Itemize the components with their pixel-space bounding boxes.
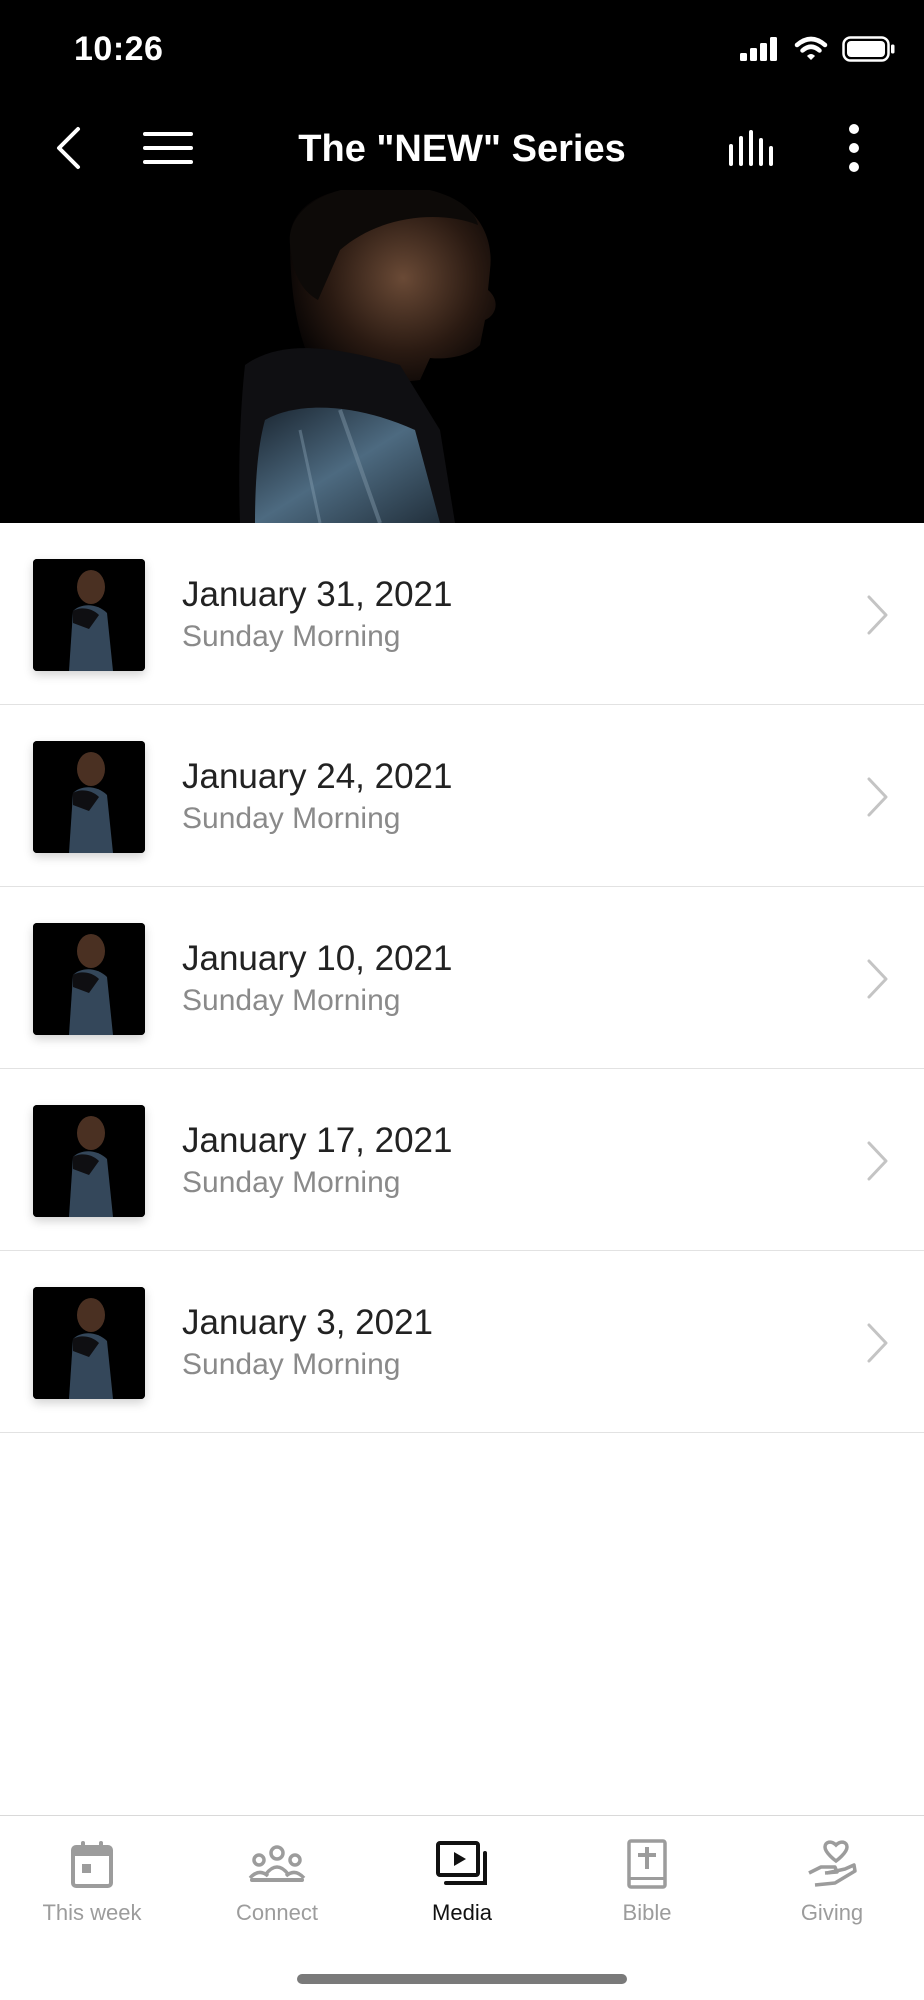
- sermon-thumbnail: [33, 1287, 145, 1399]
- tab-this-week[interactable]: This week: [0, 1836, 184, 1946]
- sermon-subtitle: Sunday Morning: [182, 984, 401, 1017]
- more-vertical-icon: [849, 124, 859, 172]
- sermon-subtitle: Sunday Morning: [182, 1166, 401, 1199]
- sermon-row[interactable]: January 24, 2021 Sunday Morning: [0, 705, 924, 887]
- battery-icon: [842, 36, 895, 62]
- tab-label: This week: [42, 1900, 142, 1925]
- chevron-right-icon: [867, 1141, 888, 1181]
- series-thumbnail-image: [33, 1287, 145, 1399]
- sermon-title: January 10, 2021: [182, 939, 453, 978]
- status-bar: 10:26: [0, 0, 924, 100]
- chevron-right-icon: [867, 595, 888, 635]
- sermon-title: January 24, 2021: [182, 757, 453, 796]
- tab-media[interactable]: Media: [370, 1836, 554, 1946]
- menu-button[interactable]: [140, 120, 196, 176]
- sermon-title: January 3, 2021: [182, 1303, 434, 1342]
- audio-button[interactable]: [726, 120, 782, 176]
- sermon-thumbnail: [33, 923, 145, 1035]
- tab-giving[interactable]: Giving: [740, 1836, 924, 1946]
- tab-connect[interactable]: Connect: [185, 1836, 369, 1946]
- tab-bar: This week Connect Media Bible Giving: [0, 1815, 924, 2000]
- sermon-subtitle: Sunday Morning: [182, 620, 401, 653]
- sermon-subtitle: Sunday Morning: [182, 1348, 401, 1381]
- sermon-thumbnail: [33, 1105, 145, 1217]
- sermon-row[interactable]: January 17, 2021 Sunday Morning: [0, 1069, 924, 1251]
- sermon-list: January 31, 2021 Sunday Morning January …: [0, 523, 924, 1433]
- wifi-icon: [794, 36, 828, 60]
- sermon-title: January 17, 2021: [182, 1121, 453, 1160]
- page-title: The "NEW" Series: [298, 128, 626, 170]
- chevron-right-icon: [867, 1323, 888, 1363]
- tab-bible[interactable]: Bible: [555, 1836, 739, 1946]
- tab-label: Bible: [622, 1900, 672, 1925]
- chevron-right-icon: [867, 959, 888, 999]
- tab-label: Media: [432, 1900, 492, 1925]
- sermon-row[interactable]: January 3, 2021 Sunday Morning: [0, 1251, 924, 1433]
- home-indicator[interactable]: [297, 1974, 627, 1984]
- calendar-icon: [71, 1841, 113, 1888]
- series-thumbnail-image: [33, 1105, 145, 1217]
- tab-label: Giving: [800, 1900, 864, 1925]
- media-icon: [436, 1841, 487, 1885]
- series-thumbnail-image: [33, 559, 145, 671]
- status-icons: [740, 36, 896, 62]
- cellular-signal-icon: [740, 37, 777, 61]
- sermon-subtitle: Sunday Morning: [182, 802, 401, 835]
- sermon-thumbnail: [33, 741, 145, 853]
- sermon-thumbnail: [33, 559, 145, 671]
- series-hero-image: [0, 190, 924, 523]
- hamburger-menu-icon: [143, 132, 193, 164]
- chevron-left-icon: [57, 127, 80, 169]
- sermon-row[interactable]: January 31, 2021 Sunday Morning: [0, 523, 924, 705]
- back-button[interactable]: [40, 120, 96, 176]
- series-header: 10:26 The "NEW" Series: [0, 0, 924, 523]
- sermon-title: January 31, 2021: [182, 575, 453, 614]
- series-thumbnail-image: [33, 741, 145, 853]
- nav-bar: The "NEW" Series: [0, 100, 924, 196]
- sermon-row[interactable]: January 10, 2021 Sunday Morning: [0, 887, 924, 1069]
- chevron-right-icon: [867, 777, 888, 817]
- people-icon: [248, 1845, 306, 1882]
- giving-icon: [808, 1840, 857, 1887]
- audio-bars-icon: [729, 130, 773, 166]
- tab-label: Connect: [236, 1900, 318, 1925]
- more-options-button[interactable]: [826, 120, 882, 176]
- status-time: 10:26: [74, 30, 164, 68]
- bible-icon: [627, 1839, 667, 1889]
- series-thumbnail-image: [33, 923, 145, 1035]
